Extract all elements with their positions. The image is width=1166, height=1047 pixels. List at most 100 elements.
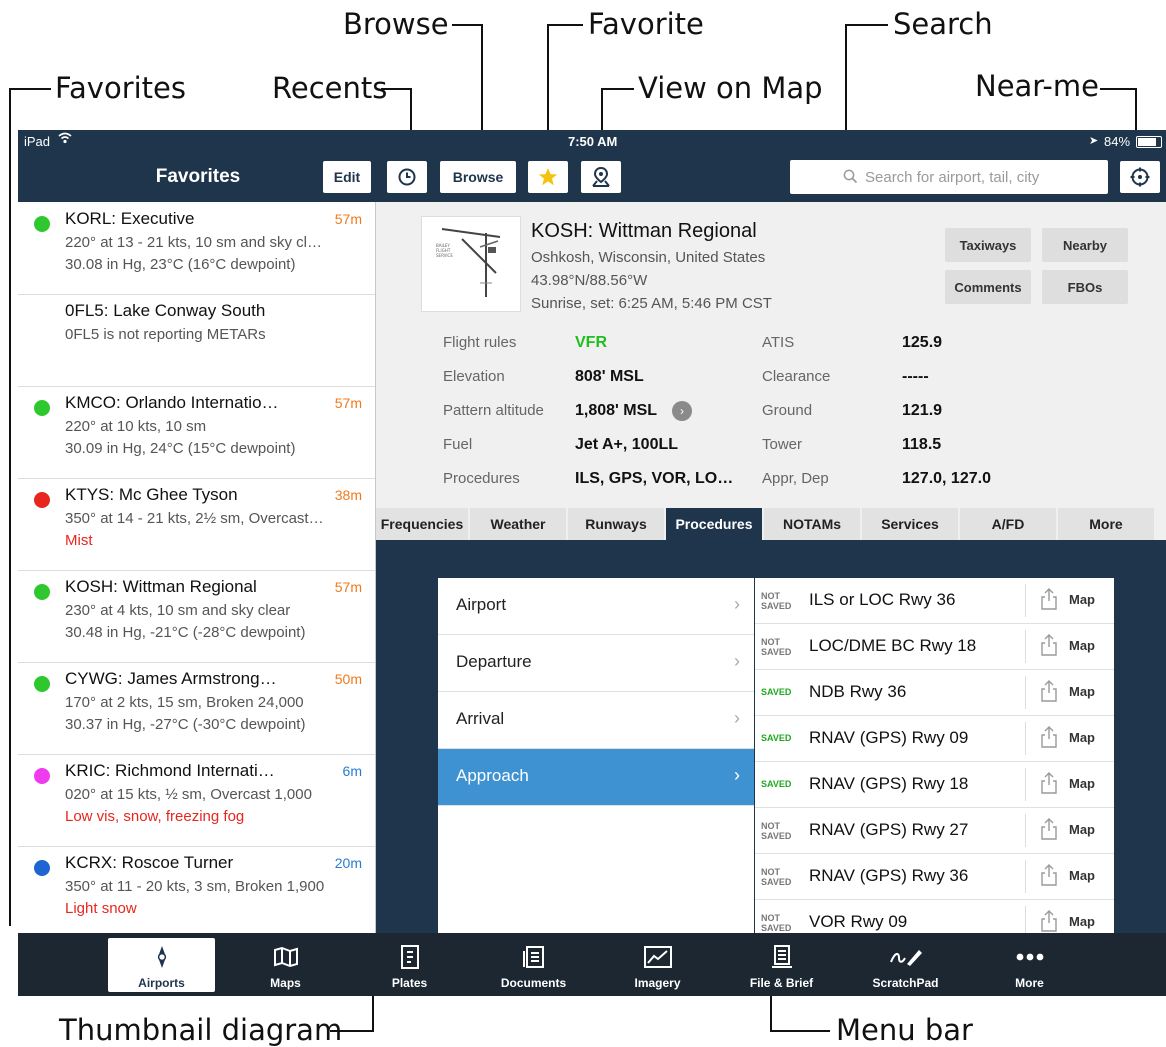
battery-percent: 84% [1104,134,1131,149]
procedure-name: RNAV (GPS) Rwy 27 [809,820,969,839]
procedure-row[interactable]: NOT SAVED RNAV (GPS) Rwy 27 Map [755,808,1114,854]
share-icon[interactable] [1040,679,1058,703]
category-arrival[interactable]: Arrival › [438,692,754,749]
procedure-row[interactable]: NOT SAVED ILS or LOC Rwy 36 Map [755,578,1114,624]
callout-favorite: Favorite [588,7,704,41]
tab-runways[interactable]: Runways [568,508,664,540]
category-label: Approach [456,766,529,785]
saved-status: NOT SAVED [761,637,792,657]
tab-weather[interactable]: Weather [470,508,566,540]
share-icon[interactable] [1040,633,1058,657]
search-input[interactable]: Search for airport, tail, city [790,160,1108,194]
atis-value: 125.9 [902,334,943,351]
procedure-row[interactable]: SAVED NDB Rwy 36 Map [755,670,1114,716]
procedures-label: Procedures [443,470,520,487]
airport-sun-times: Sunrise, set: 6:25 AM, 5:46 PM CST [531,295,772,312]
nearby-button[interactable]: Nearby [1042,228,1128,262]
tab-a-fd[interactable]: A/FD [960,508,1056,540]
share-icon[interactable] [1040,771,1058,795]
procedure-name: LOC/DME BC Rwy 18 [809,636,977,655]
tabbar-imagery[interactable]: Imagery [604,938,711,992]
callout-search: Search [893,7,993,41]
view-on-map-button[interactable] [581,161,621,193]
ipad-screen: iPad 7:50 AM ➤ 84% Favorites Edit Browse… [18,130,1166,996]
tab-services[interactable]: Services [862,508,958,540]
share-icon[interactable] [1040,817,1058,841]
map-button[interactable]: Map [1069,638,1095,653]
fbos-button[interactable]: FBOs [1042,270,1128,304]
procedure-name: NDB Rwy 36 [809,682,907,701]
tabbar-file-brief[interactable]: File & Brief [728,938,835,992]
callout-menu-bar: Menu bar [836,1013,973,1047]
tab-notams[interactable]: NOTAMs [764,508,860,540]
favorite-item[interactable]: KCRX: Roscoe Turner 350° at 11 - 20 kts, … [18,846,375,933]
favorite-age: 6m [342,763,362,779]
callout-view-on-map: View on Map [638,71,823,105]
favorite-item[interactable]: 0FL5: Lake Conway South 0FL5 is not repor… [18,294,375,387]
procedure-name: RNAV (GPS) Rwy 36 [809,866,969,885]
map-button[interactable]: Map [1069,684,1095,699]
tabbar-more[interactable]: More [976,938,1083,992]
category-departure[interactable]: Departure › [438,635,754,692]
documents-icon [480,944,587,970]
plates-icon [356,944,463,970]
tower-label: Tower [762,436,803,453]
tab-more[interactable]: More [1058,508,1154,540]
category-airport[interactable]: Airport › [438,578,754,635]
thumbnail-diagram[interactable]: BAILEY FLIGHT SERVICE [421,216,521,312]
tabbar-airports[interactable]: Airports [108,938,215,992]
procedure-row[interactable]: SAVED RNAV (GPS) Rwy 18 Map [755,762,1114,808]
map-button[interactable]: Map [1069,868,1095,883]
favorite-title: KTYS: Mc Ghee Tyson [65,485,238,504]
near-me-button[interactable] [1120,161,1160,193]
map-button[interactable]: Map [1069,776,1095,791]
edit-button[interactable]: Edit [323,161,371,193]
tabbar-maps[interactable]: Maps [232,938,339,992]
map-button[interactable]: Map [1069,822,1095,837]
favorite-button[interactable] [528,161,568,193]
share-icon[interactable] [1040,725,1058,749]
share-icon[interactable] [1040,587,1058,611]
category-approach[interactable]: Approach › [438,749,754,806]
taxiways-button[interactable]: Taxiways [945,228,1031,262]
procedure-row[interactable]: NOT SAVED RNAV (GPS) Rwy 36 Map [755,854,1114,900]
recents-button[interactable] [387,161,427,193]
favorite-title: KOSH: Wittman Regional [65,577,257,596]
divider [1025,676,1026,709]
favorite-item[interactable]: KORL: Executive 220° at 13 - 21 kts, 10 s… [18,202,375,295]
favorite-item[interactable]: KOSH: Wittman Regional 230° at 4 kts, 10 … [18,570,375,663]
saved-status: NOT SAVED [761,591,792,611]
tabbar-label: Airports [138,976,185,990]
map-button[interactable]: Map [1069,730,1095,745]
clearance-label: Clearance [762,368,831,385]
share-icon[interactable] [1040,909,1058,933]
compass-icon [108,944,215,970]
favorite-item[interactable]: KTYS: Mc Ghee Tyson 350° at 14 - 21 kts, … [18,478,375,571]
map-button[interactable]: Map [1069,914,1095,929]
appr-dep-value: 127.0, 127.0 [902,470,991,487]
comments-button[interactable]: Comments [945,270,1031,304]
favorites-list: KORL: Executive 220° at 13 - 21 kts, 10 s… [18,202,376,933]
favorite-line2: 30.08 in Hg, 23°C (16°C dewpoint) [65,256,296,273]
share-icon[interactable] [1040,863,1058,887]
pattern-altitude-info-icon[interactable]: › [672,401,692,421]
tab-procedures[interactable]: Procedures [666,508,762,540]
procedure-row[interactable]: SAVED RNAV (GPS) Rwy 09 Map [755,716,1114,762]
map-button[interactable]: Map [1069,592,1095,607]
procedure-row[interactable]: NOT SAVED LOC/DME BC Rwy 18 Map [755,624,1114,670]
favorite-item[interactable]: KRIC: Richmond Internati… 020° at 15 kts,… [18,754,375,847]
tabbar-plates[interactable]: Plates [356,938,463,992]
procedure-row[interactable]: NOT SAVED VOR Rwy 09 Map [755,900,1114,933]
favorite-age: 57m [334,579,362,595]
divider [1025,768,1026,801]
tabbar-documents[interactable]: Documents [480,938,587,992]
tabbar-scratchpad[interactable]: ScratchPad [852,938,959,992]
favorite-item[interactable]: CYWG: James Armstrong… 170° at 2 kts, 15 … [18,662,375,755]
procedure-name: ILS or LOC Rwy 36 [809,590,956,609]
browse-button[interactable]: Browse [440,161,516,193]
procedure-name: RNAV (GPS) Rwy 18 [809,774,969,793]
search-placeholder: Search for airport, tail, city [865,169,1040,186]
favorite-item[interactable]: KMCO: Orlando Internatio… 220° at 10 kts,… [18,386,375,479]
callout-line [330,1030,374,1032]
tab-frequencies[interactable]: Frequencies [376,508,468,540]
